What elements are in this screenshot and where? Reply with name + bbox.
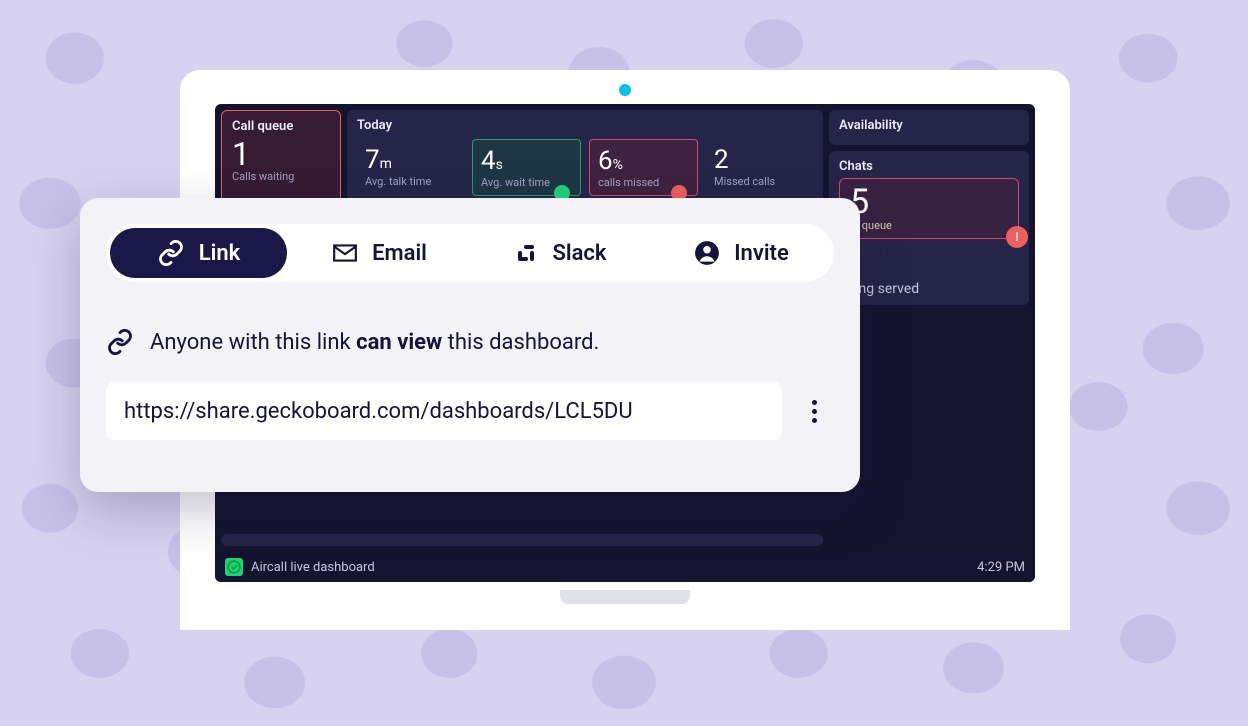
share-desc-post: this dashboard. <box>442 330 599 355</box>
camera-dot <box>619 84 631 96</box>
call-queue-value: 1 <box>232 138 330 170</box>
share-modal: Link Email Slack Invite Anyone with this… <box>80 198 860 492</box>
tab-invite-label: Invite <box>734 241 789 266</box>
chats-in-queue: 5 In queue ! <box>839 178 1019 239</box>
tab-slack-label: Slack <box>552 241 606 266</box>
laptop-base <box>180 590 1070 630</box>
call-queue-title: Call queue <box>232 119 330 134</box>
availability-title: Availability <box>839 118 1019 133</box>
metric-missed-calls: 2 Missed calls <box>706 139 813 196</box>
email-icon <box>332 240 358 266</box>
availability-card: Availability <box>829 110 1029 145</box>
tab-email-label: Email <box>372 241 427 266</box>
link-icon <box>157 239 185 267</box>
share-desc-pre: Anyone with this link <box>150 330 356 355</box>
tab-slack[interactable]: Slack <box>472 228 649 278</box>
link-icon <box>106 328 134 356</box>
tab-invite[interactable]: Invite <box>653 228 830 278</box>
alert-badge: ! <box>1006 226 1028 248</box>
today-title: Today <box>357 118 813 133</box>
table-card <box>221 534 823 546</box>
today-card: Today 7m Avg. talk time 4s Avg. wait tim… <box>347 110 823 204</box>
dots-icon <box>812 400 817 405</box>
tab-email[interactable]: Email <box>291 228 468 278</box>
metric-wait-time: 4s Avg. wait time <box>472 139 581 196</box>
more-options-button[interactable] <box>794 391 834 431</box>
footer-title: Aircall live dashboard <box>251 560 375 575</box>
metric-calls-missed-pct: 6% calls missed <box>589 139 698 196</box>
tab-link-label: Link <box>199 241 241 266</box>
call-queue-card: Call queue 1 Calls waiting <box>221 110 341 204</box>
slack-icon <box>514 241 538 265</box>
share-link-input[interactable] <box>106 382 782 440</box>
footer-time: 4:29 PM <box>977 560 1025 575</box>
metric-talk-time: 7m Avg. talk time <box>357 139 464 196</box>
geckoboard-logo-icon <box>225 558 243 576</box>
share-tab-bar: Link Email Slack Invite <box>106 224 834 282</box>
user-icon <box>694 240 720 266</box>
share-desc-strong: can view <box>356 330 442 355</box>
chats-title: Chats <box>839 159 1019 174</box>
call-queue-label: Calls waiting <box>232 170 330 183</box>
share-description: Anyone with this link can view this dash… <box>106 328 834 356</box>
tab-link[interactable]: Link <box>110 228 287 278</box>
dashboard-footer: Aircall live dashboard 4:29 PM <box>215 552 1035 582</box>
